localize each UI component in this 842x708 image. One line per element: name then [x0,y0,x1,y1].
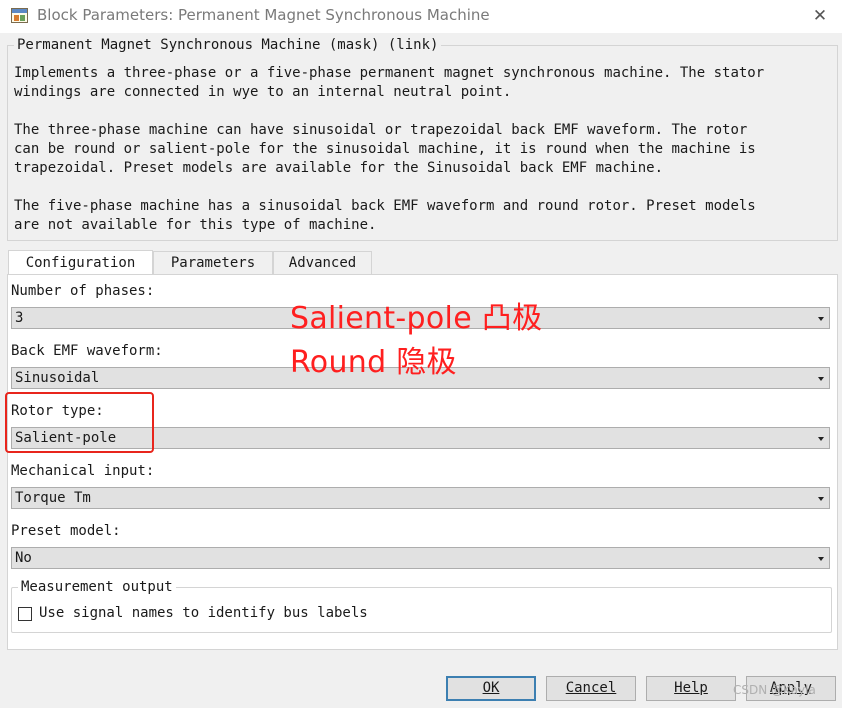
back-emf-waveform-value: Sinusoidal [15,370,100,386]
mechanical-input-label: Mechanical input: [11,463,155,479]
ok-button-label: OK [482,680,500,696]
mechanical-input-select[interactable]: Torque Tm [11,487,830,509]
close-icon[interactable]: ✕ [805,4,835,28]
cancel-button-label: Cancel [565,680,617,696]
tab-advanced[interactable]: Advanced [273,251,372,275]
mechanical-input-value: Torque Tm [15,490,91,506]
annotation-round: Round 隐极 [290,345,457,380]
tab-parameters[interactable]: Parameters [153,251,273,275]
back-emf-waveform-label: Back EMF waveform: [11,343,163,359]
chevron-down-icon [818,557,824,561]
help-button-label: Help [674,680,708,696]
rotor-type-highlight-box [5,392,154,453]
annotation-salient-pole: Salient-pole 凸极 [290,301,543,336]
preset-model-value: No [15,550,32,566]
ok-button[interactable]: OK [446,676,536,701]
chevron-down-icon [818,437,824,441]
description-text: Implements a three-phase or a five-phase… [14,65,765,233]
watermark: CSDN @Kayla [733,683,816,697]
help-button[interactable]: Help [646,676,736,701]
number-of-phases-label: Number of phases: [11,283,155,299]
title-bar: Block Parameters: Permanent Magnet Synch… [0,0,842,33]
chevron-down-icon [818,377,824,381]
window-title: Block Parameters: Permanent Magnet Synch… [37,6,490,24]
description-title: Permanent Magnet Synchronous Machine (ma… [14,37,442,53]
chevron-down-icon [818,497,824,501]
preset-model-label: Preset model: [11,523,121,539]
tab-configuration[interactable]: Configuration [8,250,153,275]
simulink-block-icon [11,8,28,23]
use-signal-names-label[interactable]: Use signal names to identify bus labels [39,605,368,621]
cancel-button[interactable]: Cancel [546,676,636,701]
measurement-output-title: Measurement output [18,579,176,595]
number-of-phases-value: 3 [15,310,24,326]
chevron-down-icon [818,317,824,321]
preset-model-select[interactable]: No [11,547,830,569]
use-signal-names-checkbox[interactable] [18,607,32,621]
